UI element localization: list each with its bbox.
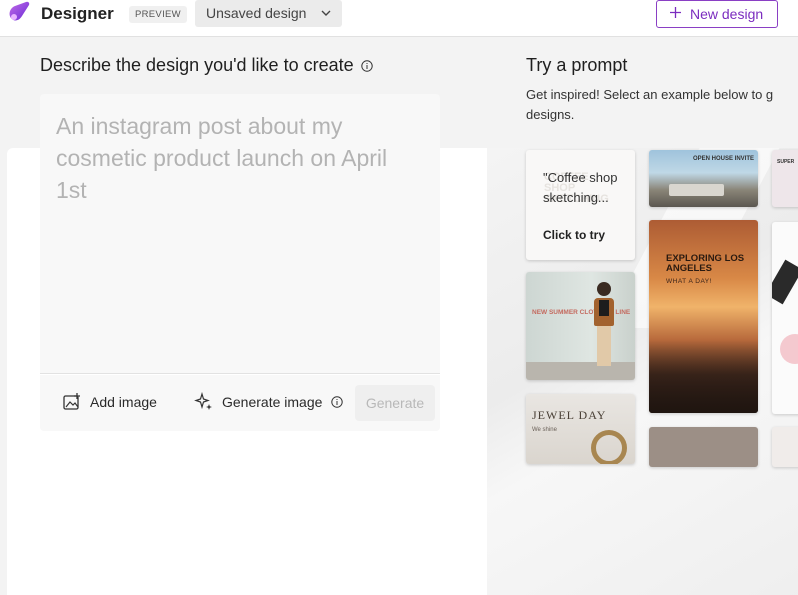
prompt-tile-los-angeles[interactable]: EXPLORING LOS ANGELES WHAT A DAY! [649, 220, 758, 413]
person-legs [597, 326, 611, 366]
summer-line-text: NEW SUMMER CLOTHING LINE [532, 309, 631, 316]
coffee-prompt-text: "Coffee shop sketching... [543, 170, 618, 205]
prompt-tile-partial-bottom-right[interactable] [772, 427, 798, 467]
new-design-button[interactable]: New design [656, 0, 778, 28]
prompt-tile-open-house[interactable]: OPEN HOUSE INVITE [649, 150, 758, 207]
la-title-text: EXPLORING LOS ANGELES [666, 253, 745, 274]
designer-logo-icon[interactable] [6, 0, 32, 26]
jewel-title-text: JEWEL DAY [532, 408, 607, 422]
try-prompt-heading: Try a prompt [526, 55, 628, 75]
prompt-tile-partial-middle[interactable] [772, 222, 798, 414]
describe-heading: Describe the design you'd like to create [40, 55, 373, 76]
sofa-shape [669, 184, 724, 196]
sparkle-icon [194, 392, 212, 410]
person-head [597, 282, 611, 296]
prompt-tile-partial-top[interactable]: SUPER [772, 150, 798, 207]
chevron-down-icon [321, 10, 331, 16]
preview-badge: PREVIEW [129, 6, 187, 23]
prompt-tile-summer-clothing[interactable]: NEW SUMMER CLOTHING LINE [526, 272, 635, 380]
add-image-label: Add image [90, 394, 157, 410]
person-top [599, 300, 609, 316]
design-name-dropdown[interactable]: Unsaved design [195, 0, 342, 27]
try-prompt-subtitle: Get inspired! Select an example below to… [526, 87, 774, 122]
jewel-sub-text: We shine [532, 427, 557, 433]
city-silhouette [649, 340, 758, 413]
compact-shape [780, 334, 798, 364]
generate-image-label: Generate image [222, 394, 323, 410]
info-icon[interactable] [360, 60, 373, 72]
design-prompt-textarea[interactable]: An instagram post about my cosmetic prod… [40, 94, 440, 374]
design-name-label: Unsaved design [206, 5, 307, 21]
click-to-try-label: Click to try [543, 228, 606, 242]
prompt-tile-partial-bottom[interactable] [649, 427, 758, 467]
app-title: Designer [41, 4, 114, 23]
partial-tile-text: SUPER [777, 159, 795, 165]
brush-shape [772, 259, 798, 305]
tile-ground [526, 362, 635, 380]
generate-button[interactable]: Generate [355, 385, 435, 421]
info-icon[interactable] [331, 396, 343, 408]
add-image-icon [63, 393, 80, 410]
prompt-action-bar: Add image Generate image Generate [40, 375, 440, 431]
describe-heading-text: Describe the design you'd like to create [40, 55, 354, 75]
new-design-label: New design [690, 6, 764, 22]
plus-icon [670, 7, 681, 18]
prompt-tile-coffee[interactable]: COFFEE SHOP SKETCHING "Coffee shop sketc… [526, 150, 635, 260]
top-bar: Designer PREVIEW Unsaved design New desi… [0, 0, 798, 37]
la-sub-text: WHAT A DAY! [666, 278, 712, 285]
open-house-text: OPEN HOUSE INVITE [692, 156, 754, 162]
prompt-tile-jewel-day[interactable]: JEWEL DAY We shine [526, 394, 635, 464]
ring-shape [591, 430, 627, 464]
